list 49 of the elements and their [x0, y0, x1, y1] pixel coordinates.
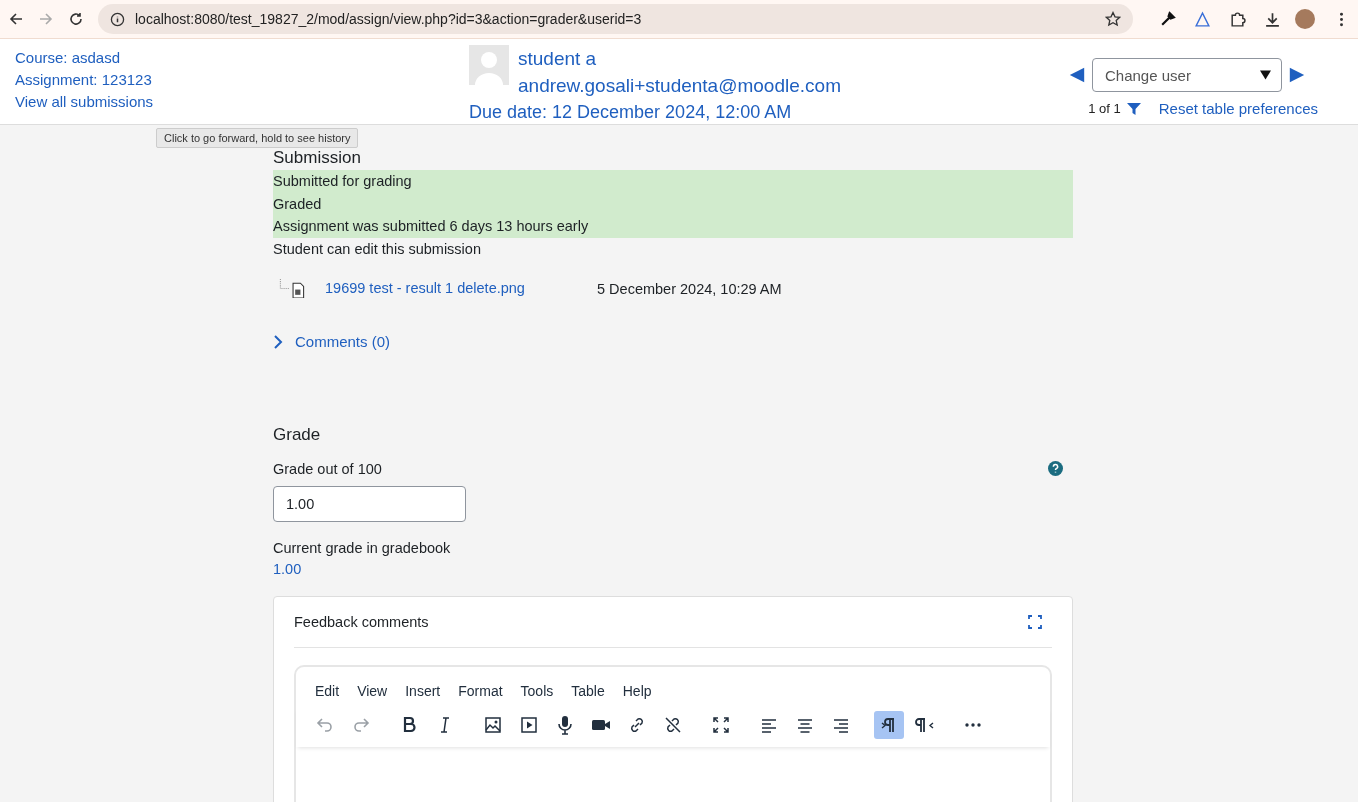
triangle-icon[interactable]: [1194, 10, 1211, 28]
editor-menu-item[interactable]: View: [350, 680, 395, 701]
header-link[interactable]: Course: asdasd: [15, 47, 154, 68]
comments-toggle[interactable]: Comments (0): [273, 331, 391, 352]
user-count: 1 of 1: [1088, 101, 1121, 116]
address-bar[interactable]: localhost:8080/test_19827_2/mod/assign/view.php?id=3&action=grader&userid=3: [98, 4, 1133, 34]
tooltip: Click to go forward, hold to see history: [156, 128, 359, 148]
header-link[interactable]: View all submissions: [15, 91, 154, 112]
editor-menu-item[interactable]: Table: [564, 680, 612, 701]
editor-menu-item[interactable]: Tools: [513, 680, 561, 701]
file-tree-icon: [279, 279, 305, 298]
user-avatar: [469, 45, 509, 85]
section-title: Submission: [273, 148, 361, 168]
status-line: Student can edit this submission: [273, 239, 482, 259]
due-date[interactable]: Due date: 12 December 2024, 12:00 AM: [469, 102, 792, 123]
text-editor[interactable]: Edit View Insert Format Tools Table Help: [294, 664, 1052, 802]
url-text: localhost:8080/test_19827_2/mod/assign/view.php?id=3&action=grader&userid=3: [135, 11, 643, 27]
star-icon[interactable]: [1105, 11, 1121, 27]
info-icon[interactable]: [110, 11, 125, 27]
change-user-select[interactable]: Change user: [1092, 58, 1282, 92]
section-title: Grade: [273, 424, 321, 445]
feedback-title: Feedback comments: [294, 613, 429, 630]
caret-icon: [1260, 70, 1271, 80]
editor-menu-item[interactable]: Help: [615, 680, 659, 701]
editor-menu-item[interactable]: Format: [451, 680, 510, 701]
left-to-right-icon[interactable]: [874, 710, 904, 739]
profile-avatar[interactable]: [1295, 9, 1315, 29]
puzzle-icon[interactable]: [1229, 10, 1246, 28]
next-user-icon[interactable]: [1288, 66, 1306, 84]
file-date: 5 December 2024, 10:29 AM: [597, 280, 782, 297]
previous-user-icon[interactable]: [1068, 66, 1086, 84]
reload-icon[interactable]: [68, 11, 84, 27]
filter-icon[interactable]: [1126, 102, 1141, 115]
help-icon[interactable]: [1048, 461, 1063, 476]
editor-menu-item[interactable]: Edit: [308, 680, 347, 701]
current-grade-link[interactable]: 1.00: [273, 558, 302, 580]
back-icon[interactable]: [8, 11, 24, 27]
reset-preferences-link[interactable]: Reset table preferences: [1158, 98, 1318, 119]
user-email[interactable]: andrew.gosali+studenta@moodle.com: [518, 72, 841, 99]
grade-input[interactable]: 1.00: [273, 485, 466, 522]
download-icon[interactable]: [1264, 10, 1281, 28]
header-link[interactable]: Assignment: 123123: [15, 69, 154, 90]
editor-menu-item[interactable]: Insert: [398, 680, 448, 701]
fullscreen-icon[interactable]: [1028, 614, 1042, 629]
eyedropper-icon[interactable]: [1159, 10, 1176, 28]
user-name[interactable]: student a: [518, 45, 841, 72]
current-grade-label: Current grade in gradebook: [273, 539, 452, 556]
file-link[interactable]: 19699 test - result 1 delete.png: [325, 278, 597, 299]
grade-label: Grade out of 100: [273, 460, 382, 477]
